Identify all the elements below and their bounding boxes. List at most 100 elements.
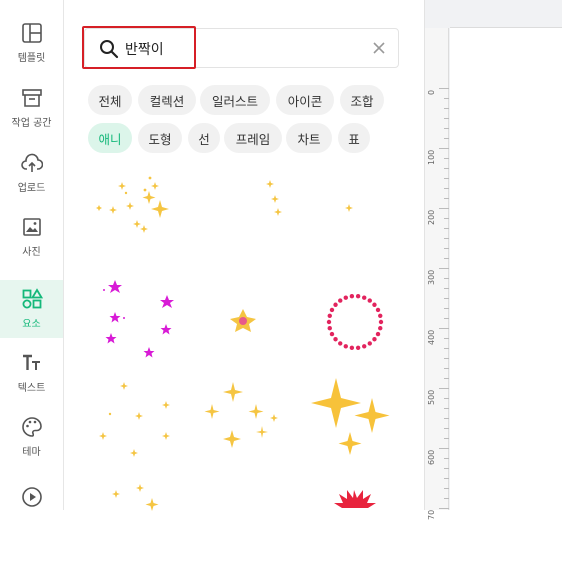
- ruler-tick: [439, 148, 449, 149]
- ruler-tick: [439, 508, 449, 509]
- chip-icon[interactable]: 아이콘: [276, 85, 334, 115]
- chip-chart[interactable]: 차트: [286, 123, 332, 153]
- photo-icon: [22, 218, 41, 236]
- search-icon[interactable]: [99, 39, 119, 59]
- ruler-tick: [444, 98, 449, 99]
- ruler-label: 100: [427, 149, 436, 165]
- ruler-tick: [444, 368, 449, 369]
- ruler-tick: [444, 418, 449, 419]
- result-item-red-burst-partial[interactable]: [310, 478, 400, 568]
- ruler-tick: [444, 398, 449, 399]
- canvas-top-bar: [450, 0, 562, 28]
- chip-illustration[interactable]: 일러스트: [200, 85, 270, 115]
- circle-dot: [327, 313, 332, 318]
- search-box[interactable]: [84, 28, 399, 68]
- template-icon: [21, 23, 42, 43]
- result-item-big-gold-sparkles[interactable]: [310, 376, 400, 466]
- ruler-label: 500: [427, 389, 436, 405]
- ruler-tick: [444, 198, 449, 199]
- ruler-tick: [439, 268, 449, 269]
- ruler-label: 70: [427, 509, 436, 520]
- sidebar-item-label: 업로드: [17, 183, 46, 194]
- sidebar-item-video[interactable]: [0, 470, 63, 528]
- ruler-tick: [444, 468, 449, 469]
- play-icon: [21, 486, 42, 507]
- circle-dot: [333, 337, 338, 342]
- circle-dot: [329, 307, 335, 313]
- circle-dot: [375, 307, 381, 313]
- vertical-ruler: 0 100 200 300 400 500 600 70: [425, 28, 449, 520]
- sidebar-item-label: 사진: [22, 247, 41, 258]
- circle-dot: [333, 302, 338, 307]
- sidebar-item-elements[interactable]: 요소: [0, 280, 63, 338]
- ruler-label: 600: [427, 449, 436, 465]
- workspace-icon: [21, 89, 42, 107]
- chip-table[interactable]: 표: [338, 123, 370, 153]
- result-item-gold-dot-sparkles[interactable]: [90, 376, 180, 466]
- sidebar-item-photo[interactable]: 사진: [0, 208, 63, 266]
- palette-icon: [21, 417, 42, 437]
- ruler-label: 0: [427, 89, 436, 95]
- chip-combo[interactable]: 조합: [340, 85, 384, 115]
- ruler-tick: [444, 378, 449, 379]
- ruler-tick: [444, 258, 449, 259]
- circle-dot: [375, 331, 381, 337]
- ruler-tick: [444, 278, 449, 279]
- ruler-tick: [444, 138, 449, 139]
- circle-dot: [329, 331, 335, 337]
- ruler-tick: [444, 458, 449, 459]
- result-item-gold-small-sparkle[interactable]: [310, 160, 400, 250]
- circle-dot: [355, 293, 361, 299]
- circle-dot: [372, 302, 377, 307]
- sidebar: 템플릿 작업 공간 업로드 사진 요소 텍스트 테마: [0, 0, 64, 510]
- result-item-gold-four-point-sparkles[interactable]: [200, 376, 290, 466]
- circle-dot: [338, 341, 343, 346]
- ruler-label: 400: [427, 329, 436, 345]
- text-icon: [22, 354, 40, 370]
- circle-dot: [362, 344, 367, 349]
- circle-dot: [378, 319, 384, 325]
- close-icon[interactable]: [372, 41, 386, 55]
- sidebar-item-upload[interactable]: 업로드: [0, 144, 63, 202]
- circle-dot: [349, 293, 355, 299]
- ruler-tick: [444, 478, 449, 479]
- chip-frame[interactable]: 프레임: [224, 123, 282, 153]
- sidebar-item-workspace[interactable]: 작업 공간: [0, 79, 63, 137]
- ruler-label: 300: [427, 269, 436, 285]
- chip-all[interactable]: 전체: [88, 85, 132, 115]
- circle-dot: [327, 326, 332, 331]
- result-item-twinkle-star[interactable]: [200, 274, 290, 364]
- sidebar-item-label: 요소: [22, 319, 41, 330]
- ruler-tick: [444, 358, 449, 359]
- sidebar-item-label: 템플릿: [17, 53, 46, 64]
- circle-dot: [343, 295, 348, 300]
- design-page[interactable]: [450, 28, 562, 510]
- ruler-tick: [444, 348, 449, 349]
- ruler-tick: [444, 128, 449, 129]
- result-item-pink-dot-circle[interactable]: [310, 274, 400, 364]
- elements-icon: [22, 288, 43, 309]
- circle-dot: [343, 344, 348, 349]
- chip-collection[interactable]: 컬렉션: [138, 85, 196, 115]
- sidebar-item-template[interactable]: 템플릿: [0, 14, 63, 72]
- search-input[interactable]: [125, 37, 355, 61]
- sidebar-item-theme[interactable]: 테마: [0, 408, 63, 466]
- ruler-tick: [444, 168, 449, 169]
- ruler-tick: [444, 188, 449, 189]
- ruler-tick: [444, 228, 449, 229]
- ruler-tick: [439, 88, 449, 89]
- chip-line[interactable]: 선: [188, 123, 220, 153]
- sidebar-item-text[interactable]: 텍스트: [0, 344, 63, 402]
- result-item-gold-tiny-sparkles[interactable]: [200, 160, 290, 250]
- sidebar-item-label: 작업 공간: [11, 118, 52, 129]
- canvas-area: 0 100 200 300 400 500 600 70: [424, 0, 562, 520]
- result-item-gold-sparkles-partial[interactable]: [90, 478, 180, 568]
- ruler-tick: [444, 308, 449, 309]
- chip-shape[interactable]: 도형: [138, 123, 182, 153]
- ruler-label: 200: [427, 209, 436, 225]
- circle-dot: [367, 341, 372, 346]
- result-item-gold-sparkles[interactable]: [90, 160, 180, 250]
- result-item-magenta-stars[interactable]: [90, 274, 180, 364]
- circle-dot: [378, 313, 383, 318]
- chip-animation[interactable]: 애니: [88, 123, 132, 153]
